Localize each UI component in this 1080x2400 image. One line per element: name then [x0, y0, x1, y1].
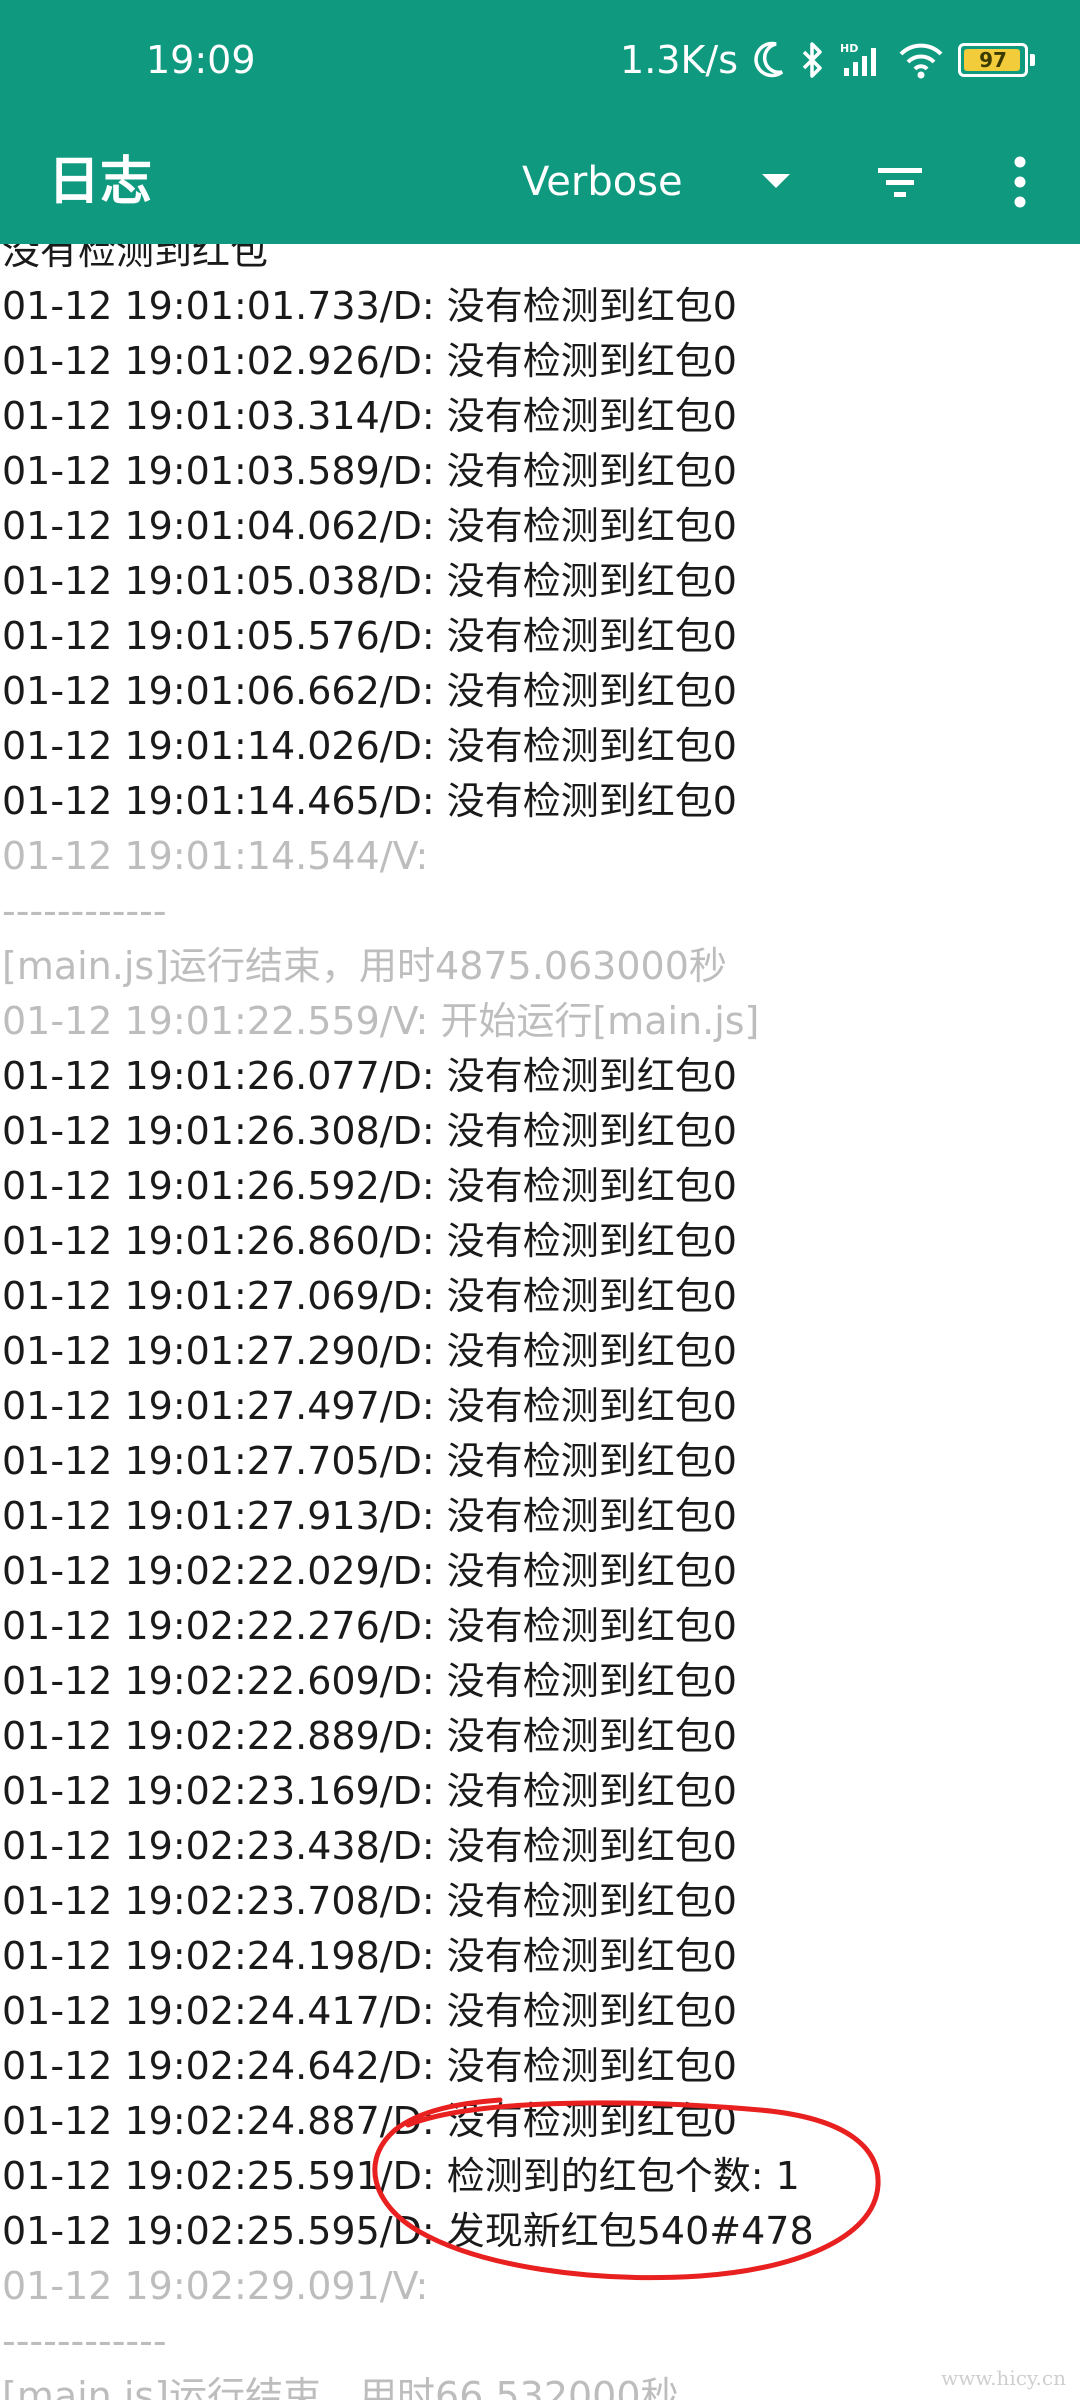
log-line: 01-12 19:01:27.497/D: 没有检测到红包0	[2, 1384, 737, 1428]
log-line: 01-12 19:01:14.026/D: 没有检测到红包0	[2, 724, 737, 768]
log-line: 01-12 19:01:14.465/D: 没有检测到红包0	[2, 779, 737, 823]
network-speed: 1.3K/s	[620, 38, 738, 82]
log-level-dropdown[interactable]: Verbose	[500, 142, 830, 222]
log-line: 01-12 19:01:26.860/D: 没有检测到红包0	[2, 1219, 737, 1263]
log-line: ------------	[2, 889, 167, 933]
log-line: 01-12 19:02:24.642/D: 没有检测到红包0	[2, 2044, 737, 2088]
log-line: 01-12 19:02:22.889/D: 没有检测到红包0	[2, 1714, 737, 1758]
log-line: [main.js]运行结束，用时4875.063000秒	[2, 944, 727, 988]
log-line: 01-12 19:01:05.038/D: 没有检测到红包0	[2, 559, 737, 603]
log-line: 01-12 19:02:24.417/D: 没有检测到红包0	[2, 1989, 737, 2033]
log-line: 没有检测到红包	[2, 244, 269, 273]
wifi-icon	[899, 43, 943, 79]
log-line: 01-12 19:02:23.708/D: 没有检测到红包0	[2, 1879, 737, 1923]
battery-tip	[1030, 54, 1035, 66]
log-line: [main.js]运行结束，用时66.532000秒	[2, 2374, 679, 2400]
log-line: 01-12 19:01:01.733/D: 没有检测到红包0	[2, 284, 737, 328]
signal-hd-icon: HD	[840, 42, 876, 76]
toolbar: 日志 Verbose	[0, 120, 1080, 244]
log-line: 01-12 19:02:23.169/D: 没有检测到红包0	[2, 1769, 737, 1813]
log-line: ------------	[2, 2319, 167, 2363]
page-title: 日志	[48, 152, 153, 212]
app-bar: 19:09 1.3K/s HD 97 日志 Verbose	[0, 0, 1080, 244]
log-line: 01-12 19:01:03.314/D: 没有检测到红包0	[2, 394, 737, 438]
more-options-icon[interactable]	[1000, 142, 1040, 222]
log-line: 01-12 19:01:02.926/D: 没有检测到红包0	[2, 339, 737, 383]
log-line: 01-12 19:02:22.029/D: 没有检测到红包0	[2, 1549, 737, 1593]
log-line: 01-12 19:01:27.069/D: 没有检测到红包0	[2, 1274, 737, 1318]
bluetooth-icon	[802, 42, 822, 78]
status-time: 19:09	[146, 38, 256, 82]
log-line: 01-12 19:02:24.198/D: 没有检测到红包0	[2, 1934, 737, 1978]
svg-text:HD: HD	[840, 42, 858, 55]
log-line: 01-12 19:01:14.544/V:	[2, 834, 429, 878]
log-line: 01-12 19:02:23.438/D: 没有检测到红包0	[2, 1824, 737, 1868]
watermark: www.hicy.cn	[941, 2366, 1066, 2390]
filter-icon[interactable]	[868, 150, 932, 214]
log-line: 01-12 19:01:06.662/D: 没有检测到红包0	[2, 669, 737, 713]
battery-level: 97	[979, 48, 1007, 72]
log-line: 01-12 19:01:26.077/D: 没有检测到红包0	[2, 1054, 737, 1098]
log-list[interactable]: 没有检测到红包 01-12 19:01:01.733/D: 没有检测到红包0 01-…	[0, 244, 1080, 2400]
log-level-value: Verbose	[522, 159, 683, 205]
log-line: 01-12 19:02:25.591/D: 检测到的红包个数: 1	[2, 2154, 800, 2198]
status-icons: 1.3K/s HD 97	[620, 32, 1035, 88]
moon-icon	[754, 41, 784, 78]
log-line: 01-12 19:02:24.887/D: 没有检测到红包0	[2, 2099, 737, 2143]
log-line: 01-12 19:01:04.062/D: 没有检测到红包0	[2, 504, 737, 548]
log-line: 01-12 19:02:29.091/V:	[2, 2264, 429, 2308]
log-line: 01-12 19:01:27.705/D: 没有检测到红包0	[2, 1439, 737, 1483]
log-line: 01-12 19:01:27.290/D: 没有检测到红包0	[2, 1329, 737, 1373]
log-line: 01-12 19:01:26.308/D: 没有检测到红包0	[2, 1109, 737, 1153]
log-line: 01-12 19:02:25.595/D: 发现新红包540#478	[2, 2209, 814, 2253]
log-line: 01-12 19:01:27.913/D: 没有检测到红包0	[2, 1494, 737, 1538]
log-line: 01-12 19:01:05.576/D: 没有检测到红包0	[2, 614, 737, 658]
status-bar: 19:09 1.3K/s HD 97	[0, 0, 1080, 120]
dropdown-caret-icon	[762, 174, 790, 188]
battery-icon: 97	[958, 43, 1035, 77]
log-lines: 没有检测到红包 01-12 19:01:01.733/D: 没有检测到红包0 01-…	[0, 244, 1080, 2400]
log-line: 01-12 19:02:22.609/D: 没有检测到红包0	[2, 1659, 737, 1703]
log-line: 01-12 19:01:03.589/D: 没有检测到红包0	[2, 449, 737, 493]
log-line: 01-12 19:02:22.276/D: 没有检测到红包0	[2, 1604, 737, 1648]
log-line: 01-12 19:01:22.559/V: 开始运行[main.js]	[2, 999, 760, 1043]
log-line: 01-12 19:01:26.592/D: 没有检测到红包0	[2, 1164, 737, 1208]
